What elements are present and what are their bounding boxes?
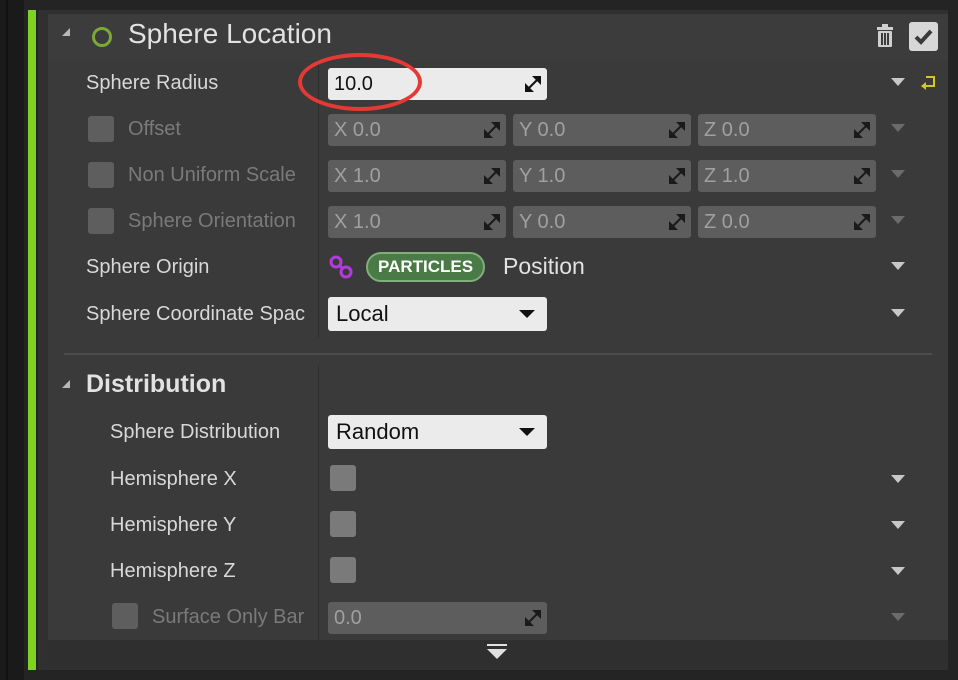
row-options-arrow-icon[interactable] xyxy=(891,124,905,132)
sphere-orientation-label: Sphere Orientation xyxy=(128,210,296,232)
drag-handle-icon[interactable] xyxy=(854,168,870,184)
offset-y-value: Y 0.0 xyxy=(519,119,566,141)
reset-to-default-icon[interactable] xyxy=(920,74,936,90)
drag-handle-icon[interactable] xyxy=(525,76,541,92)
link-icon[interactable] xyxy=(328,254,354,280)
orientation-z-input[interactable]: Z 0.0 xyxy=(698,206,876,238)
drag-handle-icon[interactable] xyxy=(669,168,685,184)
surface-only-band-checkbox[interactable] xyxy=(112,603,138,629)
trash-icon[interactable] xyxy=(874,24,896,48)
distribution-title: Distribution xyxy=(86,370,227,398)
row-options-arrow-icon[interactable] xyxy=(891,521,905,529)
row-options-arrow-icon[interactable] xyxy=(891,613,905,621)
orientation-x-value: X 1.0 xyxy=(334,211,381,233)
sphere-origin-value[interactable]: Position xyxy=(503,253,585,280)
drag-handle-icon[interactable] xyxy=(854,122,870,138)
status-circle-icon xyxy=(92,27,112,47)
module-title: Sphere Location xyxy=(128,18,332,49)
scale-y-input[interactable]: Y 1.0 xyxy=(513,160,691,192)
surface-only-band-input[interactable]: 0.0 xyxy=(328,602,547,634)
offset-z-input[interactable]: Z 0.0 xyxy=(698,114,876,146)
row-options-arrow-icon[interactable] xyxy=(891,170,905,178)
row-options-arrow-icon[interactable] xyxy=(891,216,905,224)
dropdown-arrow-icon xyxy=(519,310,535,318)
sphere-origin-label: Sphere Origin xyxy=(86,256,210,278)
orientation-y-input[interactable]: Y 0.0 xyxy=(513,206,691,238)
offset-x-input[interactable]: X 0.0 xyxy=(328,114,506,146)
distribution-collapse-arrow-icon[interactable] xyxy=(62,380,70,388)
checkmark-icon xyxy=(914,29,933,45)
sphere-distribution-label: Sphere Distribution xyxy=(110,421,281,443)
row-options-arrow-icon[interactable] xyxy=(891,309,905,317)
hemisphere-z-label: Hemisphere Z xyxy=(110,560,236,582)
hemisphere-y-label: Hemisphere Y xyxy=(110,514,237,536)
outer-left-line xyxy=(6,0,8,680)
dropdown-arrow-icon xyxy=(519,428,535,436)
scale-z-value: Z 1.0 xyxy=(704,165,750,187)
coordinate-space-dropdown[interactable]: Local xyxy=(328,297,547,331)
outer-left-gutter xyxy=(0,0,24,680)
expand-advanced-icon[interactable] xyxy=(487,644,507,660)
column-divider xyxy=(318,365,319,640)
sphere-distribution-value: Random xyxy=(336,419,420,444)
scale-x-input[interactable]: X 1.0 xyxy=(328,160,506,192)
row-options-arrow-icon[interactable] xyxy=(891,567,905,575)
sphere-distribution-dropdown[interactable]: Random xyxy=(328,415,547,449)
non-uniform-scale-label: Non Uniform Scale xyxy=(128,164,296,186)
particles-namespace-tag[interactable]: PARTICLES xyxy=(366,252,486,282)
drag-handle-icon[interactable] xyxy=(484,214,500,230)
orientation-x-input[interactable]: X 1.0 xyxy=(328,206,506,238)
enable-checkbox[interactable] xyxy=(909,22,938,51)
offset-label: Offset xyxy=(128,118,181,140)
collapse-arrow-icon[interactable] xyxy=(62,28,70,36)
offset-x-value: X 0.0 xyxy=(334,119,381,141)
hemisphere-y-checkbox[interactable] xyxy=(330,511,356,537)
scale-z-input[interactable]: Z 1.0 xyxy=(698,160,876,192)
surface-only-band-label: Surface Only Bar xyxy=(152,606,305,628)
hemisphere-x-label: Hemisphere X xyxy=(110,468,237,490)
coordinate-space-label: Sphere Coordinate Spac xyxy=(86,303,306,325)
drag-handle-icon[interactable] xyxy=(484,122,500,138)
scale-x-value: X 1.0 xyxy=(334,165,381,187)
hemisphere-x-checkbox[interactable] xyxy=(330,465,356,491)
drag-handle-icon[interactable] xyxy=(525,610,541,626)
row-options-arrow-icon[interactable] xyxy=(891,78,905,86)
offset-checkbox[interactable] xyxy=(88,116,114,142)
non-uniform-scale-checkbox[interactable] xyxy=(88,162,114,188)
drag-handle-icon[interactable] xyxy=(484,168,500,184)
module-enabled-bar xyxy=(28,10,36,670)
drag-handle-icon[interactable] xyxy=(854,214,870,230)
row-options-arrow-icon[interactable] xyxy=(891,262,905,270)
hemisphere-z-checkbox[interactable] xyxy=(330,557,356,583)
drag-handle-icon[interactable] xyxy=(669,122,685,138)
offset-z-value: Z 0.0 xyxy=(704,119,750,141)
sphere-radius-label: Sphere Radius xyxy=(86,72,219,94)
orientation-y-value: Y 0.0 xyxy=(519,211,566,233)
module-body xyxy=(48,60,948,640)
sphere-orientation-checkbox[interactable] xyxy=(88,208,114,234)
surface-only-band-value: 0.0 xyxy=(334,607,362,629)
row-options-arrow-icon[interactable] xyxy=(891,475,905,483)
highlight-circle xyxy=(298,53,422,111)
offset-y-input[interactable]: Y 0.0 xyxy=(513,114,691,146)
drag-handle-icon[interactable] xyxy=(669,214,685,230)
coordinate-space-value: Local xyxy=(336,301,389,326)
section-divider xyxy=(64,353,932,355)
orientation-z-value: Z 0.0 xyxy=(704,211,750,233)
scale-y-value: Y 1.0 xyxy=(519,165,566,187)
